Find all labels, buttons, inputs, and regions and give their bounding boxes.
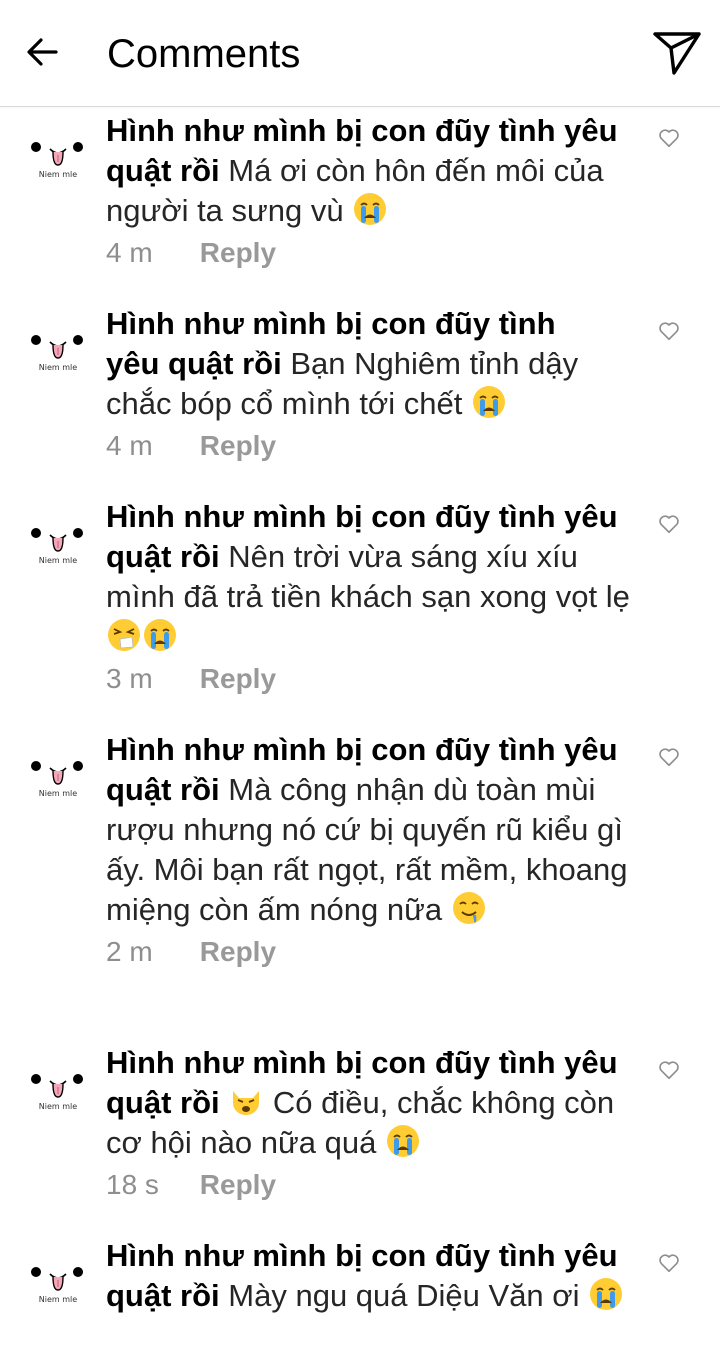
heart-outline-icon: [659, 322, 679, 341]
comment-time: 2 m: [106, 936, 153, 967]
reply-button[interactable]: Reply: [200, 663, 276, 694]
svg-text:Niem mle: Niem mle: [39, 789, 77, 798]
svg-text:Niem mle: Niem mle: [39, 363, 77, 372]
paper-plane-icon: [653, 32, 701, 75]
comment-meta: 2 m Reply: [106, 934, 636, 970]
sneezing-face-emoji-icon: [108, 619, 140, 651]
comment-meta: 3 m Reply: [106, 661, 636, 697]
crying-face-emoji-icon: [386, 1125, 419, 1157]
crying-face-emoji-icon: [354, 193, 387, 225]
avatar[interactable]: Niem mle: [24, 736, 92, 804]
weary-cat-face-emoji-icon: [233, 1091, 260, 1115]
avatar-face-icon: Niem mle: [31, 1074, 83, 1111]
avatar-face-icon: Niem mle: [31, 761, 83, 798]
comments-screen: Comments Niem mle Hình như mình bị con đ…: [0, 0, 720, 1368]
reply-button[interactable]: Reply: [200, 430, 276, 461]
like-button[interactable]: [656, 1250, 682, 1276]
arrow-left-icon: [27, 38, 58, 66]
avatar[interactable]: Niem mle: [24, 1242, 92, 1310]
heart-outline-icon: [659, 129, 679, 148]
comment-time: 4 m: [106, 237, 153, 268]
avatar[interactable]: Niem mle: [24, 310, 92, 378]
avatar[interactable]: Niem mle: [24, 1049, 92, 1117]
svg-text:Niem mle: Niem mle: [39, 170, 77, 179]
heart-outline-icon: [659, 515, 679, 534]
svg-text:Niem mle: Niem mle: [39, 1102, 77, 1111]
comment-meta: 4 m Reply: [106, 428, 611, 464]
heart-outline-icon: [659, 1254, 679, 1273]
comment-body: Hình như mình bị con đũy tình yêu quật r…: [106, 1236, 636, 1316]
avatar-face-icon: Niem mle: [31, 142, 83, 179]
crying-face-emoji-icon: [590, 1278, 623, 1310]
comment-meta: 18 s Reply: [106, 1167, 636, 1203]
heart-outline-icon: [659, 1061, 679, 1080]
comment-meta: 4 m Reply: [106, 235, 636, 271]
comment-body: Hình như mình bị con đũy tình yêu quật r…: [106, 304, 611, 464]
comment-body: Hình như mình bị con đũy tình yêu quật r…: [106, 497, 636, 697]
comment-text: Mày ngu quá Diệu Văn ơi: [228, 1278, 580, 1313]
avatar-face-icon: Niem mle: [31, 335, 83, 372]
top-bar: Comments: [0, 0, 720, 107]
share-button[interactable]: [650, 26, 704, 80]
like-button[interactable]: [656, 1057, 682, 1083]
comment-body: Hình như mình bị con đũy tình yêu quật r…: [106, 730, 636, 970]
like-button[interactable]: [656, 511, 682, 537]
svg-text:Niem mle: Niem mle: [39, 1295, 77, 1304]
comment-body: Hình như mình bị con đũy tình yêu quật r…: [106, 1043, 636, 1203]
page-title: Comments: [107, 32, 301, 76]
comment-time: 4 m: [106, 430, 153, 461]
comment-time: 18 s: [106, 1169, 159, 1200]
like-button[interactable]: [656, 318, 682, 344]
like-button[interactable]: [656, 125, 682, 151]
avatar-face-icon: Niem mle: [31, 1267, 83, 1304]
back-button[interactable]: [18, 28, 66, 76]
reply-button[interactable]: Reply: [200, 237, 276, 268]
avatar-face-icon: Niem mle: [31, 528, 83, 565]
comment-time: 3 m: [106, 663, 153, 694]
svg-text:Niem mle: Niem mle: [39, 556, 77, 565]
crying-face-emoji-icon: [472, 386, 505, 418]
crying-face-emoji-icon: [144, 619, 176, 651]
avatar[interactable]: Niem mle: [24, 503, 92, 571]
reply-button[interactable]: Reply: [200, 1169, 276, 1200]
heart-outline-icon: [659, 748, 679, 767]
comment-body: Hình như mình bị con đũy tình yêu quật r…: [106, 111, 636, 271]
like-button[interactable]: [656, 744, 682, 770]
reply-button[interactable]: Reply: [200, 936, 276, 967]
drooling-face-emoji-icon: [452, 892, 485, 924]
avatar[interactable]: Niem mle: [24, 117, 92, 185]
